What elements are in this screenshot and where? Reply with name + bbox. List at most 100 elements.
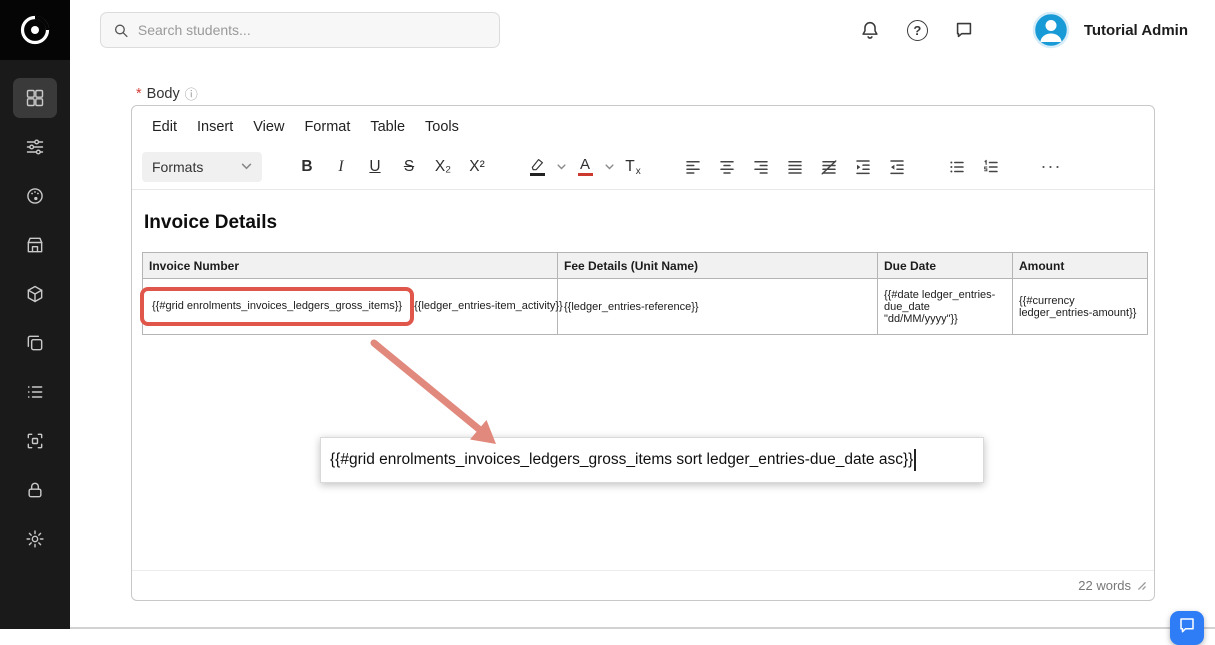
cell-invoice-number[interactable]: {{#grid enrolments_invoices_ledgers_gros… (143, 279, 558, 335)
field-label-text: Body (147, 86, 180, 102)
table-header-row: Invoice Number Fee Details (Unit Name) D… (143, 253, 1148, 279)
outdent-button[interactable] (880, 150, 914, 184)
subscript-button[interactable]: X₂ (426, 150, 460, 184)
numbered-list-icon (982, 158, 1000, 176)
list-icon (25, 382, 45, 402)
logo-icon (18, 13, 52, 47)
menu-format[interactable]: Format (294, 113, 360, 141)
menu-insert[interactable]: Insert (187, 113, 243, 141)
sidebar-item-security[interactable] (13, 470, 57, 510)
help-button[interactable]: ? (894, 9, 941, 51)
sidebar-item-integrations[interactable] (13, 421, 57, 461)
sidebar-item-products[interactable] (13, 274, 57, 314)
more-tools-button[interactable]: ··· (1034, 150, 1068, 184)
chat-bubble-icon (1178, 616, 1196, 634)
clear-formatting-x: x (636, 166, 641, 184)
gear-icon (25, 529, 45, 549)
sidebar-item-dashboard[interactable] (13, 78, 57, 118)
align-justify-button[interactable] (778, 150, 812, 184)
align-center-icon (718, 158, 736, 176)
lock-icon (25, 480, 45, 500)
formats-dropdown[interactable]: Formats (142, 152, 262, 182)
align-justify-icon (786, 158, 804, 176)
body-field-label: * Body ⓘ (136, 84, 198, 103)
align-left-button[interactable] (676, 150, 710, 184)
underline-button[interactable]: U (358, 150, 392, 184)
cell-fee-details[interactable]: {{ledger_entries-reference}} (558, 279, 878, 335)
header-invoice-number[interactable]: Invoice Number (143, 253, 558, 279)
header-amount[interactable]: Amount (1013, 253, 1148, 279)
header-due-date[interactable]: Due Date (878, 253, 1013, 279)
highlight-color-bar (530, 173, 545, 176)
align-center-button[interactable] (710, 150, 744, 184)
user-name[interactable]: Tutorial Admin (1084, 22, 1188, 39)
chevron-down-icon (605, 164, 614, 170)
notifications-button[interactable] (847, 9, 894, 51)
document-heading[interactable]: Invoice Details (144, 212, 1144, 234)
indent-button[interactable] (846, 150, 880, 184)
align-none-button[interactable] (812, 150, 846, 184)
word-count: 22 words (1078, 578, 1131, 593)
align-right-button[interactable] (744, 150, 778, 184)
chat-icon (953, 19, 975, 41)
grid-tag-text[interactable]: {{#grid enrolments_invoices_ledgers_gros… (152, 300, 402, 312)
bold-button[interactable]: B (290, 150, 324, 184)
sidebar-item-lists[interactable] (13, 372, 57, 412)
highlight-color-menu-chevron[interactable] (554, 150, 568, 184)
invoice-table: Invoice Number Fee Details (Unit Name) D… (142, 252, 1148, 335)
numbered-list-button[interactable] (974, 150, 1008, 184)
clear-formatting-button[interactable]: T x (616, 150, 650, 184)
dashboard-icon (25, 88, 45, 108)
editor-statusbar: 22 words (132, 570, 1154, 600)
search-box[interactable] (100, 12, 500, 48)
align-left-icon (684, 158, 702, 176)
info-icon[interactable]: ⓘ (185, 84, 198, 103)
store-icon (25, 235, 45, 255)
sidebar (0, 0, 70, 629)
help-glyph: ? (913, 23, 921, 38)
sidebar-nav (0, 60, 70, 559)
sidebar-item-settings[interactable] (13, 519, 57, 559)
clear-formatting-t: T (625, 158, 634, 176)
editor-menubar: Edit Insert View Format Table Tools (132, 106, 1154, 144)
sidebar-item-preferences[interactable] (13, 127, 57, 167)
search-input[interactable] (138, 22, 487, 38)
resize-handle[interactable] (1136, 580, 1147, 591)
sidebar-item-appearance[interactable] (13, 176, 57, 216)
text-color-menu-chevron[interactable] (602, 150, 616, 184)
strikethrough-button[interactable]: S (392, 150, 426, 184)
avatar-icon (1032, 11, 1070, 49)
superscript-button[interactable]: X² (460, 150, 494, 184)
messages-button[interactable] (941, 9, 988, 51)
highlight-color-button[interactable] (520, 150, 554, 184)
header-fee-details[interactable]: Fee Details (Unit Name) (558, 253, 878, 279)
text-color-button[interactable]: A (568, 150, 602, 184)
topbar-actions: ? Tutorial Admin (847, 9, 1215, 51)
user-avatar[interactable] (1032, 11, 1070, 49)
copy-icon (25, 333, 45, 353)
menu-edit[interactable]: Edit (142, 113, 187, 141)
text-cursor (914, 449, 916, 471)
sidebar-item-store[interactable] (13, 225, 57, 265)
app-logo[interactable] (0, 0, 70, 60)
support-chat-button[interactable] (1170, 611, 1204, 645)
sidebar-item-templates[interactable] (13, 323, 57, 363)
italic-button[interactable]: I (324, 150, 358, 184)
menu-table[interactable]: Table (360, 113, 415, 141)
text-color-letter: A (580, 157, 590, 172)
required-marker: * (136, 86, 142, 102)
align-none-icon (820, 158, 838, 176)
menu-tools[interactable]: Tools (415, 113, 469, 141)
bullet-list-button[interactable] (940, 150, 974, 184)
bell-icon (859, 19, 881, 41)
menu-view[interactable]: View (243, 113, 294, 141)
cell-due-date[interactable]: {{#date ledger_entries-due_date "dd/MM/y… (878, 279, 1013, 335)
bullet-list-icon (948, 158, 966, 176)
help-icon: ? (907, 20, 928, 41)
callout-text: {{#grid enrolments_invoices_ledgers_gros… (330, 451, 913, 469)
cell-amount[interactable]: {{#currency ledger_entries-amount}} (1013, 279, 1148, 335)
table-row: {{#grid enrolments_invoices_ledgers_gros… (143, 279, 1148, 335)
item-activity-tag-text[interactable]: {{ledger_entries-item_activity}} (414, 300, 563, 312)
formats-label: Formats (152, 159, 203, 175)
editor-content-area[interactable]: Invoice Details Invoice Number Fee Detai… (132, 190, 1154, 570)
